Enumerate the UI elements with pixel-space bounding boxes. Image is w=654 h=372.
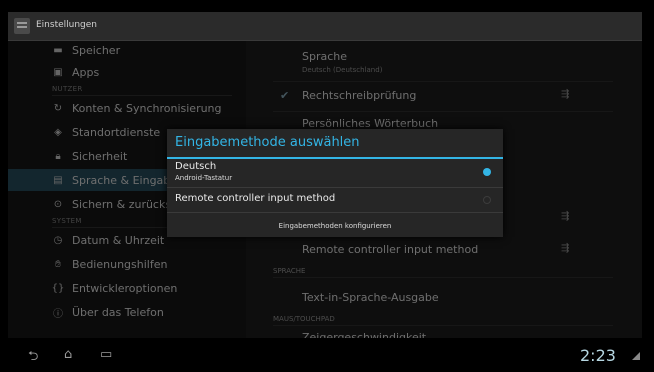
option-sublabel: Android-Tastatur: [175, 174, 233, 182]
recent-apps-icon[interactable]: ▭: [100, 347, 112, 362]
system-navigation-bar: ⮌ ⌂ ▭ 2:23: [8, 338, 642, 372]
radio-selected-icon[interactable]: [483, 168, 491, 176]
configure-label: Eingabemethoden konfigurieren: [278, 222, 392, 230]
radio-unselected-icon[interactable]: [483, 196, 491, 204]
option-label: Remote controller input method: [175, 193, 336, 204]
home-icon[interactable]: ⌂: [64, 347, 72, 362]
input-method-option-remote[interactable]: Remote controller input method: [167, 188, 503, 213]
configure-input-methods-button[interactable]: Eingabemethoden konfigurieren: [167, 213, 503, 237]
status-clock[interactable]: 2:23: [580, 346, 616, 365]
title-bar: Einstellungen: [8, 12, 642, 41]
dialog-title-bar: Eingabemethode auswählen: [167, 129, 503, 159]
option-label: Deutsch: [175, 161, 217, 172]
app-title: Einstellungen: [36, 20, 98, 30]
back-icon[interactable]: ⮌: [28, 347, 38, 369]
settings-app-icon[interactable]: [14, 18, 30, 34]
signal-icon: [632, 352, 640, 360]
device-screen: Einstellungen ▬ Speicher ▣ Apps NUTZER ↻…: [8, 12, 642, 372]
input-method-dialog: Eingabemethode auswählen Deutsch Android…: [167, 129, 503, 237]
dialog-title: Eingabemethode auswählen: [175, 135, 360, 150]
input-method-option-deutsch[interactable]: Deutsch Android-Tastatur: [167, 159, 503, 188]
